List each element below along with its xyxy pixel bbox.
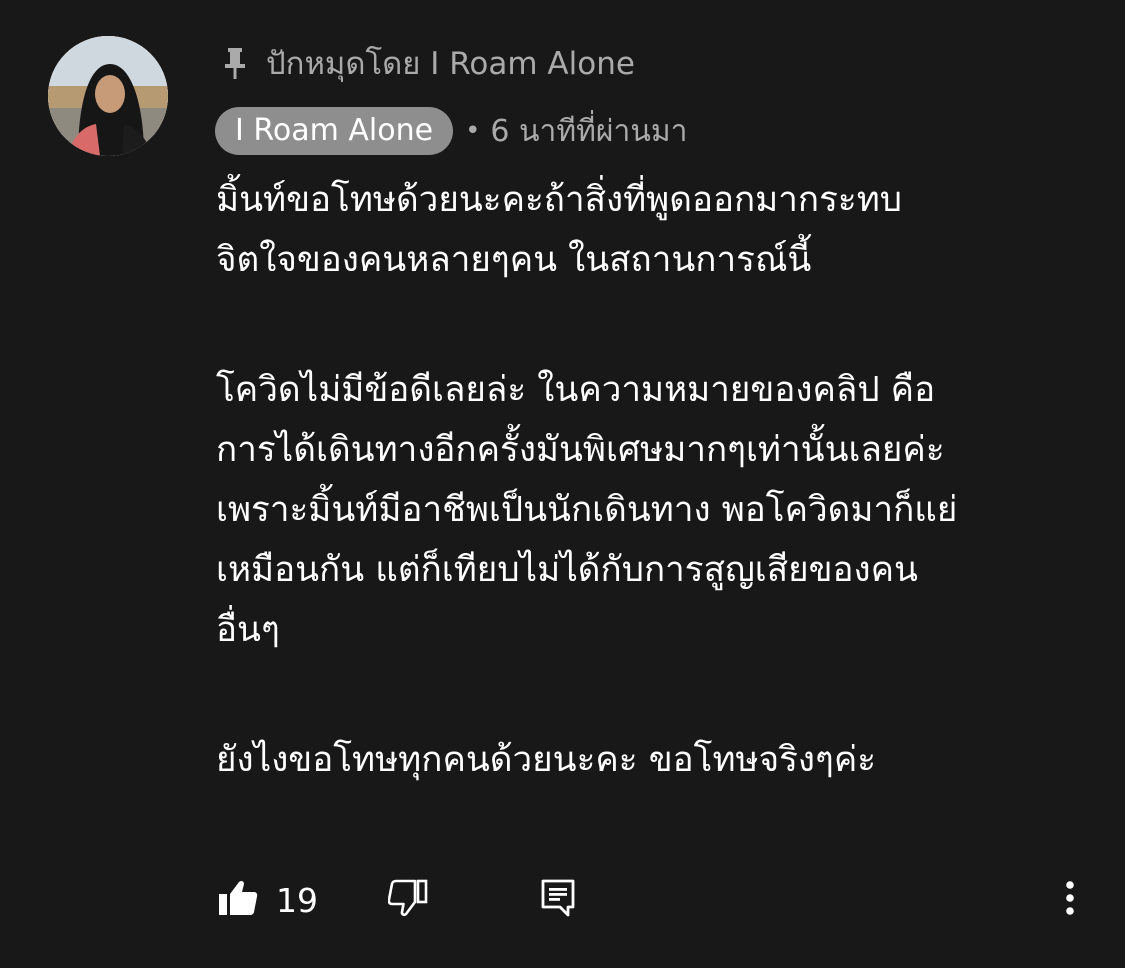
thumbs-down-icon	[387, 879, 428, 921]
like-count: 19	[276, 880, 318, 920]
comment-action-bar: 19	[0, 870, 1125, 930]
thumbs-up-icon	[218, 879, 258, 921]
comment-line: จิตใจของคนหลายๆคน ในสถานการณ์นี้	[216, 240, 812, 280]
comment-line: โควิดไม่มีข้อดีเลยล่ะ ในความหมายของคลิป …	[216, 370, 936, 410]
more-vertical-icon	[1055, 878, 1085, 922]
pin-icon	[222, 45, 248, 81]
comment-line: เพราะมิ้นท์มีอาชีพเป็นนักเดินทาง พอโควิด…	[216, 490, 958, 530]
pinned-text: ปักหมุดโดย I Roam Alone	[266, 46, 635, 82]
avatar[interactable]	[48, 36, 168, 156]
reply-button[interactable]	[540, 870, 576, 930]
comment-timestamp[interactable]: 6 นาทีที่ผ่านมา	[490, 108, 687, 155]
comment-line: ยังไงขอโทษทุกคนด้วยนะคะ ขอโทษจริงๆค่ะ	[216, 740, 877, 780]
comment-line: มิ้นท์ขอโทษด้วยนะคะถ้าสิ่งที่พูดออกมากระ…	[216, 180, 902, 220]
comment-line: อื่นๆ	[216, 610, 280, 650]
pinned-indicator: ปักหมุดโดย I Roam Alone	[222, 40, 635, 86]
comment-text: มิ้นท์ขอโทษด้วยนะคะถ้าสิ่งที่พูดออกมากระ…	[216, 170, 1096, 790]
avatar-photo	[48, 36, 168, 156]
author-name-chip[interactable]: I Roam Alone	[215, 107, 454, 155]
separator-dot: •	[465, 116, 481, 146]
more-options-button[interactable]	[1055, 870, 1085, 930]
comment-line: เหมือนกัน แต่ก็เทียบไม่ได้กับการสูญเสียข…	[216, 550, 918, 590]
reply-comment-icon	[540, 878, 576, 922]
comment-line: การได้เดินทางอีกครั้งมันพิเศษมากๆเท่านั้…	[216, 430, 945, 470]
comment-header: I Roam Alone • 6 นาทีที่ผ่านมา	[215, 106, 688, 156]
like-button[interactable]: 19	[218, 870, 318, 930]
dislike-button[interactable]	[387, 870, 428, 930]
